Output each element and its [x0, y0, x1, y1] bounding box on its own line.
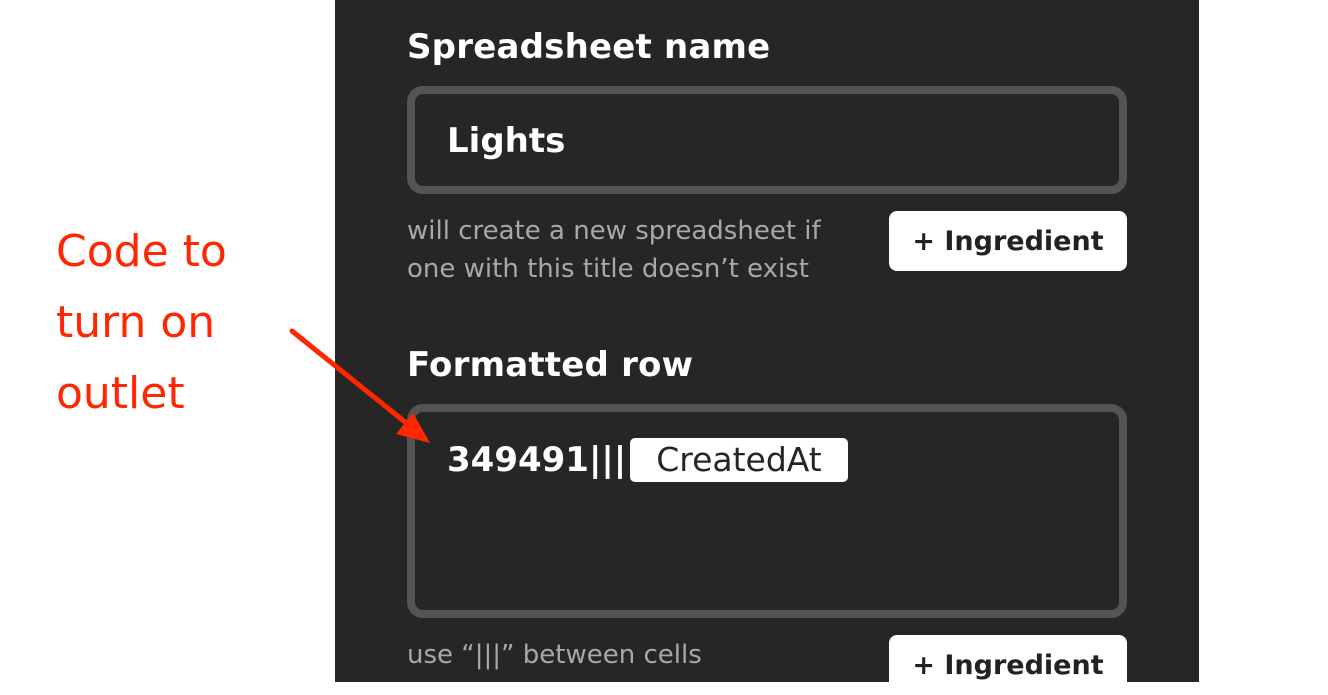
annotation-arrow [289, 328, 430, 443]
annotation-arrow-shaft [289, 328, 413, 429]
